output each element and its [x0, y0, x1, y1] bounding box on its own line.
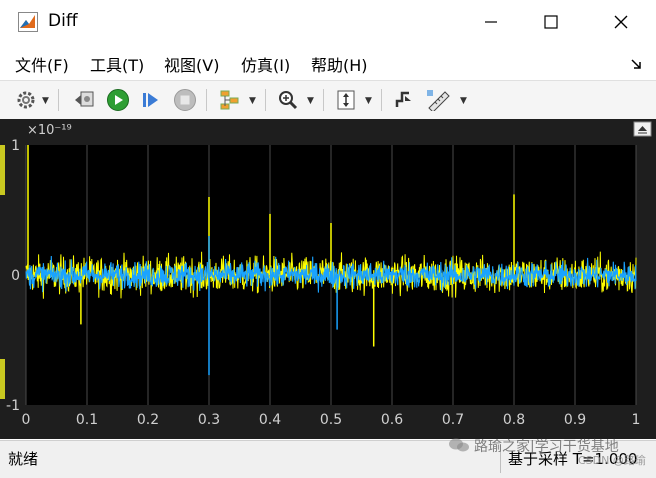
menu-tools[interactable]: 工具(T): [90, 52, 144, 76]
close-icon: [614, 15, 628, 29]
zoom-button[interactable]: [274, 86, 302, 114]
settings-dropdown-icon[interactable]: ▼: [42, 96, 49, 106]
x-tick-label: 0.7: [442, 412, 464, 428]
menu-bar: 文件(F) 工具(T) 视图(V) 仿真(I) 帮助(H): [0, 46, 656, 78]
window-title: Diff: [48, 11, 78, 31]
stop-button[interactable]: [171, 86, 199, 114]
triggers-icon: [395, 91, 411, 107]
x-tick-label: 0.6: [381, 412, 403, 428]
highlight-model-button[interactable]: [70, 86, 98, 114]
measurements-dropdown-icon[interactable]: ▼: [460, 96, 467, 106]
wechat-watermark-icon: [449, 438, 469, 452]
scope-plot[interactable]: ×10⁻¹⁹ 10-1 0 0.1 0.2 0.3 0.4 0.5 0.6 0.7 0.8 0.9…: [0, 119, 656, 439]
dock-arrow-icon[interactable]: [630, 58, 642, 70]
x-tick-label: 0.3: [198, 412, 220, 428]
matlab-app-icon: [18, 12, 38, 32]
minimize-icon: [485, 21, 497, 23]
step-forward-button[interactable]: [137, 86, 165, 114]
y-tick-label: 1: [11, 138, 20, 154]
stop-icon: [174, 89, 196, 111]
fit-axes-dropdown-icon[interactable]: ▼: [365, 96, 372, 106]
y-tick-label: -1: [6, 398, 20, 414]
signal-selector-icon: [220, 90, 239, 110]
signal-selector-button[interactable]: [216, 86, 244, 114]
close-button[interactable]: [598, 6, 644, 38]
fit-axes-button[interactable]: [332, 86, 360, 114]
menu-view[interactable]: 视图(V): [164, 52, 219, 76]
x-tick-label: 0.4: [259, 412, 281, 428]
settings-button[interactable]: [12, 86, 40, 114]
triggers-button[interactable]: [390, 86, 418, 114]
toolbar-separator: [323, 89, 324, 111]
measurements-icon: [427, 90, 450, 111]
maximize-icon: [544, 15, 558, 29]
zoom-icon: [279, 91, 298, 110]
x-tick-label: 1: [632, 412, 641, 428]
menu-help[interactable]: 帮助(H): [311, 52, 368, 76]
step-forward-icon: [143, 93, 158, 107]
toolbar-separator: [206, 89, 207, 111]
undock-button[interactable]: [633, 121, 652, 137]
x-tick-label: 0.8: [503, 412, 525, 428]
x-tick-label: 0.1: [76, 412, 98, 428]
signal-selector-dropdown-icon[interactable]: ▼: [249, 96, 256, 106]
y-tick-label: 0: [11, 268, 20, 284]
left-edge-marker: [0, 145, 5, 195]
toolbar-separator: [265, 89, 266, 111]
menu-file[interactable]: 文件(F): [15, 52, 69, 76]
toolbar-separator: [381, 89, 382, 111]
toolbar-separator: [58, 89, 59, 111]
measurements-button[interactable]: [424, 86, 454, 114]
minimize-button[interactable]: [468, 6, 514, 38]
x-tick-label: 0.9: [564, 412, 586, 428]
gear-icon: [17, 91, 35, 109]
run-button[interactable]: [104, 86, 132, 114]
exponent-label: ×10⁻¹⁹: [27, 123, 72, 138]
left-edge-marker: [0, 359, 5, 399]
x-tick-label: 0: [22, 412, 31, 428]
menu-simulation[interactable]: 仿真(I): [241, 52, 290, 76]
fit-axes-icon: [337, 90, 355, 110]
run-icon: [107, 89, 129, 111]
title-bar: Diff: [0, 0, 656, 44]
status-ready: 就绪: [8, 450, 39, 468]
watermark-subtext: CSDN @路瑜: [578, 454, 646, 467]
scope-plot-panel: ×10⁻¹⁹ 1 0 -1 0 0.1 0.2 0.3 0.4 0.5 0.6 0.7 0.8 0.9…: [0, 119, 656, 439]
zoom-dropdown-icon[interactable]: ▼: [307, 96, 314, 106]
highlight-model-icon: [75, 91, 94, 107]
x-tick-label: 0.2: [137, 412, 159, 428]
maximize-button[interactable]: [528, 6, 574, 38]
toolbar: ▼ ▼ ▼ ▼ ▼: [0, 80, 656, 120]
x-tick-label: 0.5: [320, 412, 342, 428]
